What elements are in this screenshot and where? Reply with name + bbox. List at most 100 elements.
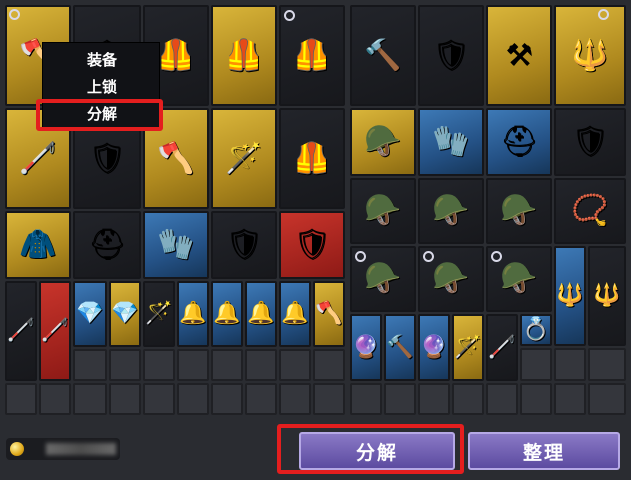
helmet-icon: 🪖 — [500, 193, 538, 228]
lock-ring-icon — [9, 9, 20, 20]
inventory-slot[interactable]: ⚒ — [486, 5, 552, 106]
inventory-slot-empty[interactable] — [588, 383, 626, 415]
inventory-slot[interactable]: 🪖 — [418, 178, 484, 244]
gold-coin-icon — [10, 442, 24, 456]
inventory-slot[interactable]: ⛑ — [73, 211, 141, 279]
inventory-slot-empty[interactable] — [177, 383, 209, 415]
disassemble-button-highlight — [277, 424, 464, 474]
inventory-slot[interactable]: 🦯 — [486, 314, 518, 381]
earring-icon: 💎 — [76, 301, 104, 326]
flail-icon: ⚒ — [505, 37, 533, 73]
inventory-slot[interactable]: 🔔 — [211, 281, 243, 347]
inventory-slot[interactable]: 💍 — [520, 314, 552, 346]
inventory-slot[interactable]: 🔨 — [384, 314, 416, 381]
inventory-slot[interactable]: 🧥 — [5, 211, 71, 279]
inventory-slot-empty[interactable] — [177, 349, 209, 381]
inventory-slot-empty[interactable] — [109, 383, 141, 415]
leather-vest-icon: 🦺 — [293, 140, 331, 176]
chest-armor-icon: 🦺 — [293, 37, 331, 73]
inventory-slot[interactable]: 🪖 — [350, 108, 416, 176]
inventory-slot[interactable]: 🔮 — [418, 314, 450, 381]
gold-counter — [6, 438, 120, 460]
inventory-slot[interactable]: 🔔 — [245, 281, 277, 347]
inventory-slot[interactable]: 🛡 — [211, 211, 277, 279]
staff-icon: 🦯 — [19, 140, 57, 176]
inventory-slot-empty[interactable] — [109, 349, 141, 381]
inventory-slot-empty[interactable] — [5, 383, 37, 415]
inventory-slot[interactable]: 🧤 — [418, 108, 484, 176]
helmet-icon: 🪖 — [364, 261, 402, 296]
inventory-slot-empty[interactable] — [143, 383, 175, 415]
earring-icon: 🔔 — [247, 301, 275, 326]
inventory-slot[interactable]: 📿 — [554, 178, 626, 244]
inventory-slot-empty[interactable] — [39, 383, 71, 415]
inventory-slot-empty[interactable] — [554, 348, 586, 381]
inventory-slot-empty[interactable] — [211, 383, 243, 415]
inventory-slot[interactable]: 🪖 — [350, 246, 416, 312]
inventory-slot[interactable]: 💎 — [73, 281, 107, 347]
inventory-slot[interactable]: 🪖 — [350, 178, 416, 244]
inventory-slot[interactable]: 🧤 — [143, 211, 209, 279]
inventory-slot[interactable]: 🛡 — [554, 108, 626, 176]
inventory-slot[interactable]: 🔮 — [350, 314, 382, 381]
inventory-slot[interactable]: 🪖 — [486, 178, 552, 244]
sort-button[interactable]: 整理 — [468, 432, 620, 470]
inventory-slot[interactable]: 🦺 — [279, 5, 345, 106]
trident-icon: 🔱 — [593, 283, 621, 308]
inventory-slot[interactable]: 🛡 — [418, 5, 484, 106]
inventory-slot-empty[interactable] — [245, 383, 277, 415]
ring-icon: 💍 — [522, 317, 550, 342]
inventory-slot[interactable]: 🔔 — [279, 281, 311, 347]
inventory-slot[interactable]: 🔔 — [177, 281, 209, 347]
inventory-slot-empty[interactable] — [279, 383, 311, 415]
antler-helmet-icon: 🪖 — [364, 124, 402, 159]
inventory-slot-empty[interactable] — [73, 383, 107, 415]
inventory-slot-empty[interactable] — [588, 348, 626, 381]
inventory-slot[interactable]: 🪖 — [486, 246, 552, 312]
inventory-slot-empty[interactable] — [245, 349, 277, 381]
inventory-slot[interactable]: ⛑ — [486, 108, 552, 176]
inventory-slot[interactable]: 🔱 — [588, 246, 626, 346]
inventory-slot-empty[interactable] — [520, 383, 552, 415]
menu-item-lock[interactable]: 上锁 — [43, 74, 161, 100]
inventory-slot-empty[interactable] — [73, 349, 107, 381]
staff-icon: 🦯 — [7, 318, 35, 343]
shield-icon: 🛡 — [431, 37, 471, 73]
inventory-slot[interactable]: 🦯 — [5, 281, 37, 381]
inventory-slot[interactable]: 🔱 — [554, 5, 626, 106]
inventory-slot[interactable]: 🪓 — [313, 281, 345, 347]
mace-icon: 🔨 — [364, 37, 402, 73]
inventory-slot-empty[interactable] — [486, 383, 518, 415]
inventory-slot[interactable]: 🦺 — [279, 108, 345, 209]
inventory-slot[interactable]: 🪄 — [452, 314, 484, 381]
inventory-slot[interactable]: 🦯 — [39, 281, 71, 381]
inventory-slot-empty[interactable] — [520, 348, 552, 381]
inventory-slot[interactable]: 🪖 — [418, 246, 484, 312]
inventory-slot[interactable]: 🔱 — [554, 246, 586, 346]
menu-disassemble-highlight — [36, 99, 163, 131]
inventory-slot[interactable]: 🛡 — [279, 211, 345, 279]
inventory-slot-empty[interactable] — [313, 383, 345, 415]
inventory-slot-empty[interactable] — [350, 383, 382, 415]
inventory-slot[interactable]: 🦺 — [211, 5, 277, 106]
trident-icon: 🔱 — [556, 283, 584, 308]
inventory-slot-empty[interactable] — [418, 383, 450, 415]
gloves-icon: 🧤 — [432, 124, 470, 159]
inventory-slot-empty[interactable] — [313, 349, 345, 381]
helmet-icon: ⛑ — [499, 124, 539, 159]
inventory-slot-empty[interactable] — [279, 349, 311, 381]
inventory-slot-empty[interactable] — [384, 383, 416, 415]
wand-icon: 🪄 — [454, 334, 482, 360]
inventory-slot[interactable]: 💎 — [109, 281, 141, 347]
inventory-slot-empty[interactable] — [143, 349, 175, 381]
inventory-slot[interactable]: 🪄 — [143, 281, 175, 347]
inventory-slot-empty[interactable] — [211, 349, 243, 381]
inventory-slot-empty[interactable] — [452, 383, 484, 415]
inventory-slot[interactable]: 🔨 — [350, 5, 416, 106]
staff-icon: 🦯 — [41, 318, 69, 343]
menu-item-equip[interactable]: 装备 — [43, 47, 161, 73]
helmet-icon: ⛑ — [87, 227, 127, 262]
inventory-slot[interactable]: 🪄 — [211, 108, 277, 209]
inventory-slot-empty[interactable] — [554, 383, 586, 415]
magic-staff-icon: 🪄 — [225, 140, 263, 176]
